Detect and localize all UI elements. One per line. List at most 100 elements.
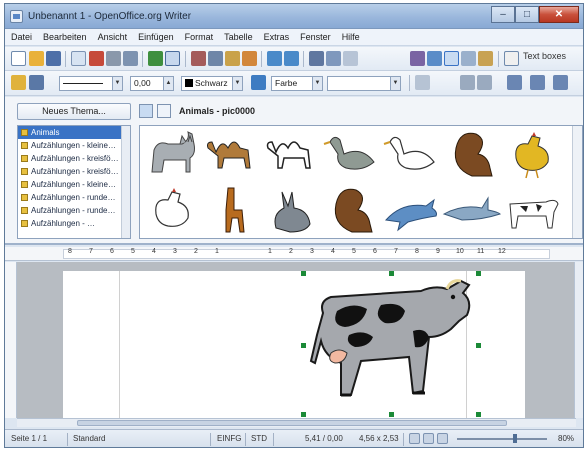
giraffe-item[interactable] [202, 184, 262, 238]
resize-handle[interactable] [476, 343, 481, 348]
area-icon[interactable] [251, 75, 266, 90]
chevron-down-icon[interactable]: ▼ [232, 77, 242, 90]
print-icon[interactable] [106, 51, 121, 66]
area-style-select[interactable]: Farbe ▼ [271, 76, 323, 91]
undo-icon[interactable] [267, 51, 282, 66]
horizontal-ruler[interactable]: 8 7 6 5 4 3 2 1 1 2 3 4 5 6 7 8 9 10 11 … [5, 247, 583, 261]
new-document-icon[interactable] [11, 51, 26, 66]
chevron-down-icon[interactable]: ▼ [390, 77, 400, 90]
wrap-through-icon[interactable] [477, 75, 492, 90]
theme-item[interactable]: Aufzählungen - kreisfö… [18, 152, 130, 165]
cat-item[interactable] [142, 128, 202, 182]
menu-ansicht[interactable]: Ansicht [98, 32, 128, 42]
save-icon[interactable] [46, 51, 61, 66]
detail-view-icon[interactable] [157, 104, 171, 118]
arrange-icon[interactable] [530, 75, 545, 90]
clone-format-icon[interactable] [242, 51, 257, 66]
camel-item[interactable] [262, 128, 322, 182]
new-theme-button[interactable]: Neues Thema... [17, 103, 131, 120]
nonprinting-chars-icon[interactable] [478, 51, 493, 66]
gallery-toggle-icon[interactable] [444, 51, 459, 66]
insert-mode[interactable]: EINFG [217, 434, 241, 443]
theme-item[interactable]: Aufzählungen - … [18, 217, 130, 230]
multi-page-view-icon[interactable] [423, 433, 434, 444]
wrap-icon[interactable] [460, 75, 475, 90]
data-sources-icon[interactable] [461, 51, 476, 66]
scroll-thumb[interactable] [77, 420, 507, 426]
theme-list-scrollbar[interactable] [121, 126, 130, 238]
theme-item[interactable]: Aufzählungen - runde… [18, 191, 130, 204]
textbox-icon[interactable] [504, 51, 519, 66]
maximize-button[interactable]: □ [515, 6, 539, 23]
page-preview-icon[interactable] [123, 51, 138, 66]
close-button[interactable]: ✕ [539, 6, 579, 23]
zoom-level[interactable]: 80% [558, 434, 574, 443]
theme-item[interactable]: Aufzählungen - kleine… [18, 178, 130, 191]
area-fill-select[interactable]: ▼ [327, 76, 401, 91]
spellcheck-icon[interactable] [148, 51, 163, 66]
textbox-button[interactable]: Text boxes [523, 51, 566, 61]
resize-handle[interactable] [301, 271, 306, 276]
chicken-item[interactable] [502, 128, 562, 182]
paste-icon[interactable] [225, 51, 240, 66]
squirrel-item[interactable] [442, 128, 502, 182]
menu-tabelle[interactable]: Tabelle [224, 32, 253, 42]
resize-handle[interactable] [389, 412, 394, 417]
group-icon[interactable] [553, 75, 568, 90]
align-icon[interactable] [507, 75, 522, 90]
copy-icon[interactable] [208, 51, 223, 66]
zoom-knob[interactable] [512, 434, 517, 443]
menu-fenster[interactable]: Fenster [300, 32, 331, 42]
rotate-icon[interactable] [415, 75, 430, 90]
resize-handle[interactable] [301, 412, 306, 417]
chevron-down-icon[interactable]: ▼ [312, 77, 322, 90]
zoom-slider[interactable] [457, 434, 547, 443]
menu-bearbeiten[interactable]: Bearbeiten [43, 32, 87, 42]
goose-item[interactable] [382, 128, 442, 182]
table-icon[interactable] [326, 51, 341, 66]
resize-handle[interactable] [389, 271, 394, 276]
book-view-icon[interactable] [437, 433, 448, 444]
menu-datei[interactable]: Datei [11, 32, 32, 42]
gallery-icon[interactable] [427, 51, 442, 66]
icon-view-icon[interactable] [139, 104, 153, 118]
menu-einfuegen[interactable]: Einfügen [138, 32, 174, 42]
dolphin-item[interactable] [382, 184, 442, 238]
menu-extras[interactable]: Extras [264, 32, 290, 42]
redo-icon[interactable] [284, 51, 299, 66]
line-width-field[interactable]: 0,00 ▲ [130, 76, 174, 91]
line-color-select[interactable]: Schwarz ▼ [181, 76, 243, 91]
autospellcheck-icon[interactable] [165, 51, 180, 66]
resize-handle[interactable] [301, 343, 306, 348]
cut-icon[interactable] [191, 51, 206, 66]
theme-item[interactable]: Aufzählungen - runde… [18, 204, 130, 217]
line-style-select[interactable]: ▼ [59, 76, 123, 91]
menu-hilfe[interactable]: Hilfe [342, 32, 360, 42]
squirrel-item[interactable] [322, 184, 382, 238]
theme-item[interactable]: Aufzählungen - kleine… [18, 139, 130, 152]
minimize-button[interactable]: – [491, 6, 515, 23]
export-pdf-icon[interactable] [89, 51, 104, 66]
anchor-icon[interactable] [11, 75, 26, 90]
goose-item[interactable] [322, 128, 382, 182]
shark-item[interactable] [442, 184, 502, 238]
page-style[interactable]: Standard [73, 434, 105, 443]
resize-handle[interactable] [476, 412, 481, 417]
selection-mode[interactable]: STD [251, 434, 267, 443]
theme-item[interactable]: Animals [18, 126, 130, 139]
horizontal-scrollbar[interactable] [17, 418, 576, 427]
theme-item[interactable]: Aufzählungen - kreisfö… [18, 165, 130, 178]
chicken-item[interactable] [142, 184, 202, 238]
camel-item[interactable] [202, 128, 262, 182]
spinner-icon[interactable]: ▲ [163, 77, 173, 90]
single-page-view-icon[interactable] [409, 433, 420, 444]
hyperlink-icon[interactable] [309, 51, 324, 66]
gallery-scrollbar[interactable] [572, 126, 582, 238]
line-style-icon[interactable] [29, 75, 44, 90]
document-page[interactable] [63, 271, 525, 418]
vertical-ruler[interactable] [5, 262, 17, 418]
navigator-icon[interactable] [410, 51, 425, 66]
show-draw-functions-icon[interactable] [343, 51, 358, 66]
menu-format[interactable]: Format [185, 32, 214, 42]
writer-app-icon[interactable] [10, 10, 23, 23]
